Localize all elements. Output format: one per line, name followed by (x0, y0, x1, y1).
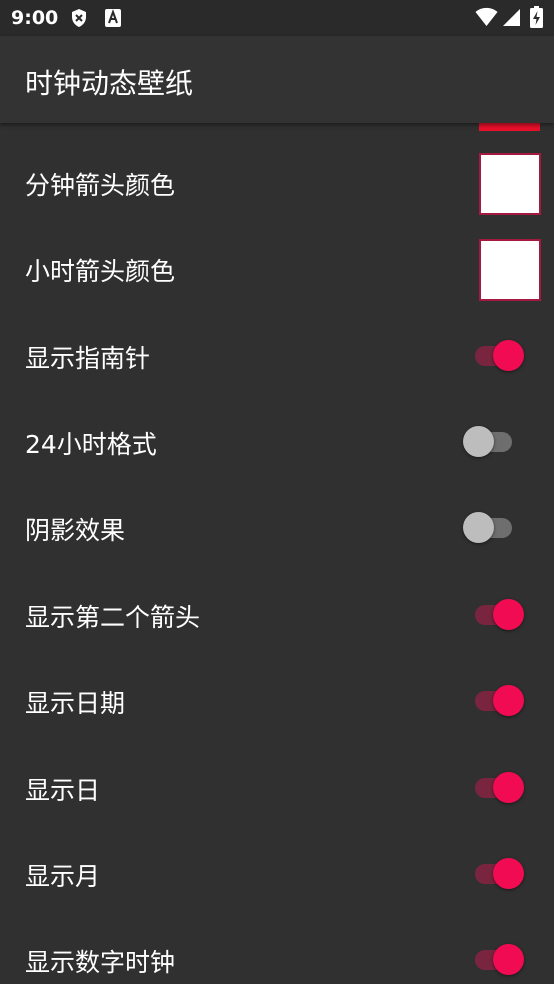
setting-row-show-compass[interactable]: 显示指南针 (0, 313, 554, 399)
switch-thumb (463, 426, 494, 457)
switch-thumb (493, 599, 524, 630)
setting-label: 显示指南针 (25, 344, 151, 373)
switch-thumb (493, 944, 524, 975)
cell-signal-icon (502, 7, 521, 31)
switch-thumb (493, 858, 524, 889)
setting-label: 阴影效果 (25, 516, 126, 545)
setting-row-show-second-arrow[interactable]: 显示第二个箭头 (0, 572, 554, 658)
battery-charging-icon (530, 6, 543, 32)
status-time: 9:00 (11, 7, 59, 29)
a-notification-icon (104, 8, 122, 32)
show-digital-clock-toggle[interactable] (462, 939, 524, 979)
show-month-toggle[interactable] (462, 853, 524, 893)
hour-arrow-color-swatch[interactable] (479, 239, 541, 301)
setting-row-show-digital-clock[interactable]: 显示数字时钟 (0, 917, 554, 984)
settings-list[interactable]: 分钟箭头颜色 小时箭头颜色 显示指南针 24小时格式 阴影效果 显示第二个箭头 (0, 123, 554, 984)
shield-x-icon (70, 8, 88, 32)
show-day-toggle[interactable] (462, 767, 524, 807)
setting-row-hour-arrow-color[interactable]: 小时箭头颜色 (0, 226, 554, 312)
setting-label: 显示日 (25, 776, 101, 805)
setting-row-show-month[interactable]: 显示月 (0, 831, 554, 917)
show-compass-toggle[interactable] (462, 335, 524, 375)
setting-label: 显示月 (25, 862, 101, 891)
shadow-effect-toggle[interactable] (462, 507, 520, 547)
setting-label: 小时箭头颜色 (25, 257, 176, 286)
switch-thumb (493, 340, 524, 371)
setting-row-show-day[interactable]: 显示日 (0, 745, 554, 831)
setting-label: 显示第二个箭头 (25, 603, 201, 632)
app-bar: 时钟动态壁纸 (0, 36, 554, 123)
switch-thumb (493, 772, 524, 803)
setting-row-minute-arrow-color[interactable]: 分钟箭头颜色 (0, 140, 554, 226)
show-date-toggle[interactable] (462, 680, 524, 720)
setting-label: 分钟箭头颜色 (25, 171, 176, 200)
show-second-arrow-toggle[interactable] (462, 594, 524, 634)
24-hour-format-toggle[interactable] (462, 421, 520, 461)
setting-label: 24小时格式 (25, 430, 157, 459)
setting-row-show-date[interactable]: 显示日期 (0, 658, 554, 744)
page-title: 时钟动态壁纸 (25, 67, 194, 100)
setting-label: 显示日期 (25, 689, 126, 718)
setting-row-24-hour-format[interactable]: 24小时格式 (0, 399, 554, 485)
setting-row-shadow-effect[interactable]: 阴影效果 (0, 485, 554, 571)
switch-thumb (463, 512, 494, 543)
switch-thumb (493, 685, 524, 716)
minute-arrow-color-swatch[interactable] (479, 153, 541, 215)
status-bar: 9:00 (0, 0, 554, 36)
setting-label: 显示数字时钟 (25, 948, 176, 977)
color-swatch-partial[interactable] (479, 123, 540, 131)
wifi-icon (475, 7, 498, 31)
